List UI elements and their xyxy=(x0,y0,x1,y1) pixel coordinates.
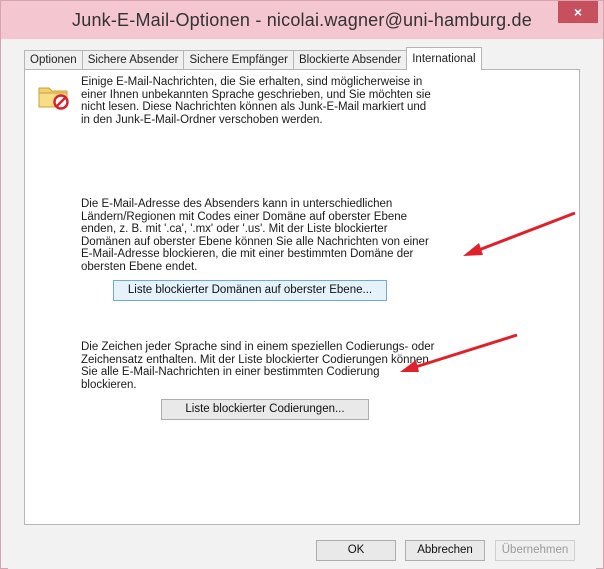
tab-blockierte-absender[interactable]: Blockierte Absender xyxy=(292,50,408,70)
blocked-encodings-button[interactable]: Liste blockierter Codierungen... xyxy=(161,399,369,420)
tab-international[interactable]: International xyxy=(406,47,482,70)
close-button[interactable]: × xyxy=(558,1,598,23)
intro-text: Einige E-Mail-Nachrichten, die Sie erhal… xyxy=(81,76,431,126)
tab-optionen[interactable]: Optionen xyxy=(24,50,83,70)
dialog-window: Junk-E-Mail-Optionen - nicolai.wagner@un… xyxy=(0,0,604,569)
tab-sichere-empfaenger[interactable]: Sichere Empfänger xyxy=(183,50,294,70)
window-title: Junk-E-Mail-Optionen - nicolai.wagner@un… xyxy=(72,10,532,30)
title-bar[interactable]: Junk-E-Mail-Optionen - nicolai.wagner@un… xyxy=(1,1,603,39)
tab-panel-international: Einige E-Mail-Nachrichten, die Sie erhal… xyxy=(24,69,580,525)
ok-button[interactable]: OK xyxy=(316,540,396,561)
blocked-folder-icon xyxy=(38,87,69,110)
apply-button[interactable]: Übernehmen xyxy=(495,540,575,561)
tab-sichere-absender[interactable]: Sichere Absender xyxy=(81,50,185,70)
red-arrow-icon xyxy=(463,211,576,256)
tab-strip: Optionen Sichere Absender Sichere Empfän… xyxy=(24,47,482,70)
red-arrow-icon xyxy=(400,333,518,372)
cancel-button[interactable]: Abbrechen xyxy=(405,540,485,561)
dialog-client: Optionen Sichere Absender Sichere Empfän… xyxy=(8,39,596,569)
blocked-domains-button[interactable]: Liste blockierter Domänen auf oberster E… xyxy=(113,280,387,301)
